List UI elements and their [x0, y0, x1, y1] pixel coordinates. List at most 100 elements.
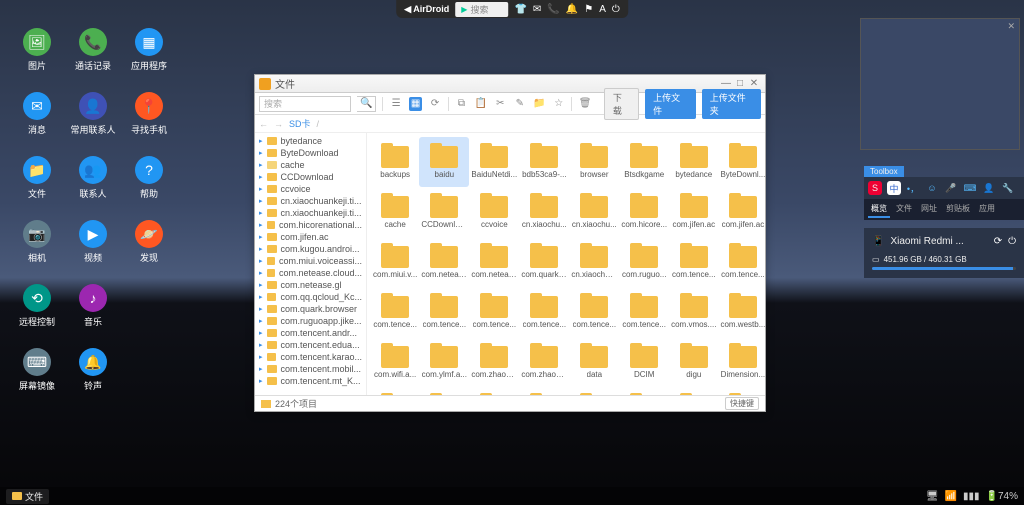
tree-item[interactable]: ▸CCDownload [255, 171, 366, 183]
upload-folder-button[interactable]: 上传文件夹 [702, 89, 761, 119]
desktop-icon-发现[interactable]: 🪐发现 [124, 220, 174, 264]
folder-item[interactable]: emlibs [669, 387, 718, 395]
phone-icon[interactable]: 📞 [547, 4, 559, 15]
bell-icon[interactable]: 🔔 [566, 4, 578, 15]
folder-item[interactable]: com.quark.... [519, 237, 569, 287]
desktop-icon-音乐[interactable]: ♪音乐 [68, 284, 118, 328]
paste-icon[interactable]: 📋 [474, 97, 487, 111]
copy-icon[interactable]: ⧉ [455, 97, 468, 111]
mic-icon[interactable]: 🎤 [944, 181, 958, 195]
newfolder-icon[interactable]: 📁 [533, 97, 546, 111]
tree-item[interactable]: ▸com.tencent.karao... [255, 351, 366, 363]
folder-item[interactable]: Download [569, 387, 619, 395]
rename-icon[interactable]: ✎ [513, 97, 526, 111]
tree-item[interactable]: ▸com.jifen.ac [255, 231, 366, 243]
folder-item[interactable]: Dimension... [718, 337, 765, 387]
folder-item[interactable]: com.tence... [419, 287, 469, 337]
list-view-icon[interactable]: ☰ [389, 97, 402, 111]
upload-file-button[interactable]: 上传文件 [645, 89, 696, 119]
folder-item[interactable]: com.jifen.ac [718, 187, 765, 237]
signal-icon[interactable]: ▮▮▮ [963, 491, 980, 502]
wifi-icon[interactable]: 📶 [945, 491, 957, 502]
folder-item[interactable]: ByteDownl... [718, 137, 765, 187]
flag-icon[interactable]: ⚑ [584, 4, 593, 15]
tool-icon[interactable]: 🔧 [1001, 181, 1015, 195]
punct-icon[interactable]: •， [906, 181, 920, 195]
tree-item[interactable]: ▸com.tencent.mobil... [255, 363, 366, 375]
close-icon[interactable]: ✕ [1007, 21, 1015, 32]
emoji-icon[interactable]: ☺ [925, 181, 939, 195]
tree-item[interactable]: ▸com.tencent.edua... [255, 339, 366, 351]
folder-item[interactable]: com.vmos.... [669, 287, 718, 337]
mail-icon[interactable]: ✉ [533, 4, 541, 15]
back-icon[interactable]: ← [259, 119, 268, 129]
tree-item[interactable]: ▸com.ruguoapp.jike... [255, 315, 366, 327]
cn-icon[interactable]: 中 [887, 181, 901, 195]
desktop-icon-应用程序[interactable]: ▦应用程序 [124, 28, 174, 72]
tree-item[interactable]: ▸cache [255, 159, 366, 171]
desktop-icon-图片[interactable]: 🖼图片 [12, 28, 62, 72]
folder-item[interactable]: bdb53ca9-... [519, 137, 569, 187]
refresh-icon[interactable]: ⟳ [994, 236, 1002, 247]
folder-item[interactable]: com.jifen.ac [669, 187, 718, 237]
tree-item[interactable]: ▸com.hicorenational... [255, 219, 366, 231]
folder-item[interactable]: com.tence... [519, 287, 569, 337]
desktop-icon-寻找手机[interactable]: 📍寻找手机 [124, 92, 174, 136]
folder-item[interactable]: Evershoho... [718, 387, 765, 395]
folder-item[interactable]: cn.xiaochu... [569, 187, 619, 237]
file-search-input[interactable]: 搜索 [259, 96, 351, 112]
power-icon[interactable]: ⏻ [612, 4, 620, 15]
cut-icon[interactable]: ✂ [494, 97, 507, 111]
folder-item[interactable]: backups [371, 137, 419, 187]
refresh-icon[interactable]: ⟳ [428, 97, 441, 111]
ime-icon[interactable]: S [868, 181, 882, 195]
desktop-icon-通话记录[interactable]: 📞通话记录 [68, 28, 118, 72]
tree-item[interactable]: ▸bytedance [255, 135, 366, 147]
folder-item[interactable]: dnschache [469, 387, 519, 395]
top-search[interactable]: ▶搜索 [455, 2, 508, 17]
tshirt-icon[interactable]: 👕 [514, 4, 526, 15]
folder-item[interactable]: Documents [519, 387, 569, 395]
tree-item[interactable]: ▸com.tencent.mt_K... [255, 375, 366, 387]
star-icon[interactable]: ☆ [552, 97, 565, 111]
folder-item[interactable]: com.ruguo... [619, 237, 669, 287]
lang-icon[interactable]: A [599, 4, 606, 15]
breadcrumb[interactable]: SD卡 [289, 117, 311, 130]
toolbox-tab[interactable]: 应用 [976, 201, 998, 218]
folder-item[interactable]: Btsdkgame [619, 137, 669, 187]
desktop-icon-视频[interactable]: ▶视频 [68, 220, 118, 264]
folder-item[interactable]: com.zhaopi... [519, 337, 569, 387]
desktop-icon-常用联系人[interactable]: 👤常用联系人 [68, 92, 118, 136]
tree-item[interactable]: ▸ByteDownload [255, 147, 366, 159]
airdroid-logo[interactable]: ◀ AirDroid [404, 4, 449, 15]
folder-item[interactable]: com.tence... [669, 237, 718, 287]
tree-item[interactable]: ▸ccvoice [255, 183, 366, 195]
battery-icon[interactable]: 🔋74% [986, 491, 1018, 502]
toolbox-tab[interactable]: 文件 [893, 201, 915, 218]
toolbox-tab[interactable]: 剪贴板 [943, 201, 973, 218]
desktop-icon-联系人[interactable]: 👥联系人 [68, 156, 118, 200]
tree-item[interactable]: ▸com.kugou.androi... [255, 243, 366, 255]
search-icon[interactable]: 🔍 [357, 96, 376, 112]
grid-view-icon[interactable]: ▦ [409, 97, 422, 111]
folder-item[interactable]: com.westb... [718, 287, 765, 337]
tree-item[interactable]: ▸cn.xiaochuankeji.ti... [255, 207, 366, 219]
folder-item[interactable]: CCDownload [419, 187, 469, 237]
folder-item[interactable]: com.neteas... [469, 237, 519, 287]
desktop-icon-铃声[interactable]: 🔔铃声 [68, 348, 118, 392]
folder-item[interactable]: Dividan [371, 387, 419, 395]
folder-item[interactable]: cn.xiaochu... [519, 187, 569, 237]
folder-item[interactable]: com.neteas... [419, 237, 469, 287]
folder-item[interactable]: cache [371, 187, 419, 237]
keyboard-icon[interactable]: ⌨ [963, 181, 977, 195]
folder-item[interactable]: DJI [419, 387, 469, 395]
desktop-icon-远程控制[interactable]: ⟲远程控制 [12, 284, 62, 328]
desktop-icon-消息[interactable]: ✉消息 [12, 92, 62, 136]
folder-item[interactable]: DCIM [619, 337, 669, 387]
folder-item[interactable]: com.tence... [569, 287, 619, 337]
close-button[interactable]: ✕ [747, 78, 761, 89]
skin-icon[interactable]: 👤 [982, 181, 996, 195]
tree-item[interactable]: ▸com.qq.qcloud_Kc... [255, 291, 366, 303]
tree-item[interactable]: ▸cn.xiaochuankeji.ti... [255, 195, 366, 207]
tree-item[interactable]: ▸com.miui.voiceassi... [255, 255, 366, 267]
